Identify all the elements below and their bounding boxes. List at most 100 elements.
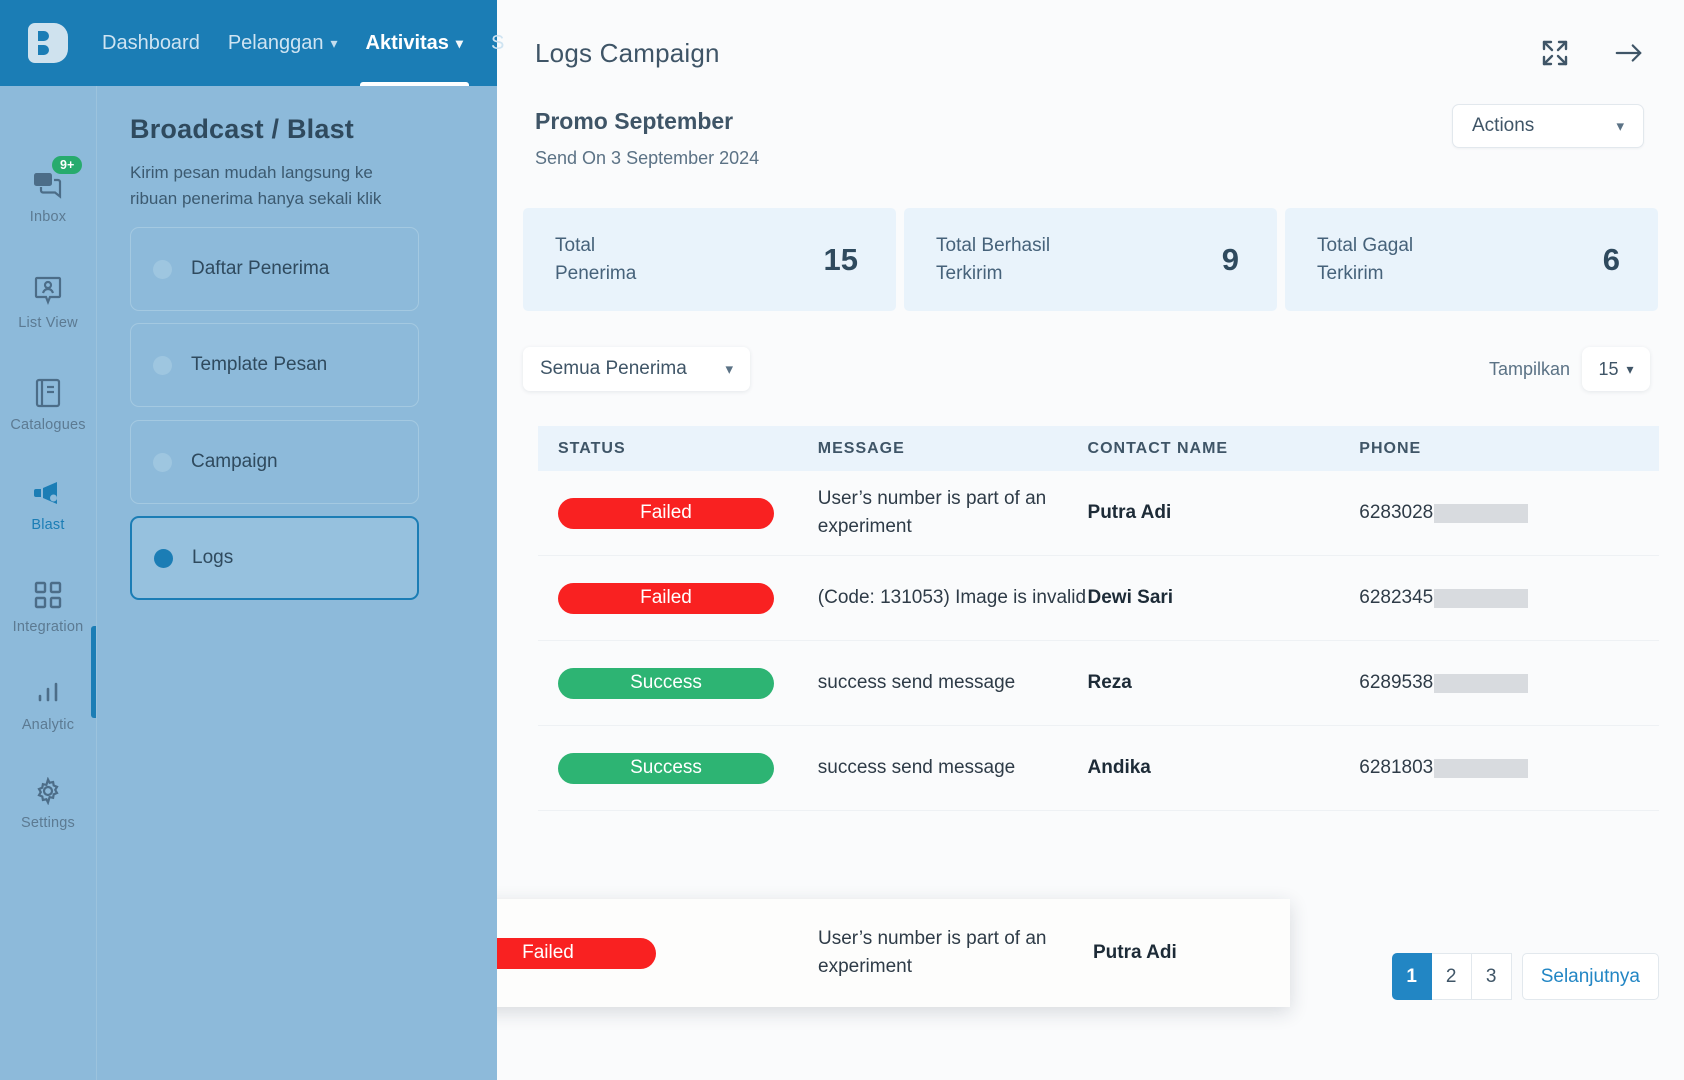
phone-redaction-bar [1434, 503, 1529, 523]
sidebar-item-analytic-label: Analytic [21, 717, 75, 733]
stat-label-line2: Terkirim [1317, 262, 1384, 284]
stat-label-line1: Total [555, 234, 596, 256]
stat-card-total-penerima-label: Total Penerima [555, 232, 636, 287]
sidebar-item-blast-label: Blast [31, 517, 65, 533]
sidebar-item-blast[interactable]: Blast [0, 476, 96, 533]
sidebar-item-inbox[interactable]: 9+ Inbox [0, 156, 96, 225]
status-badge: Failed [558, 582, 774, 614]
actions-dropdown-button[interactable]: Actions ▾ [1452, 104, 1644, 148]
sidebar-item-list-view-label: List View [18, 315, 78, 331]
sidebar-item-settings-label: Settings [21, 815, 75, 831]
table-row[interactable]: Failed (Code: 131053) Image is invalid D… [538, 556, 1659, 641]
sidebar-item-inbox-label: Inbox [29, 209, 67, 225]
column-header-contact-name: CONTACT NAME [1087, 439, 1229, 457]
sidebar-item-integration-label: Integration [12, 619, 84, 635]
table-row[interactable]: Success success send message Reza 628953… [538, 641, 1659, 726]
phone-redaction-bar [1434, 673, 1529, 693]
sidebar-item-catalogues[interactable]: Catalogues [0, 376, 96, 433]
stat-card-total-gagal-terkirim: Total Gagal Terkirim 6 [1285, 208, 1658, 311]
bullet-icon [153, 259, 172, 279]
page-button-3[interactable]: 3 [1471, 953, 1512, 1000]
chevron-down-icon: ▾ [455, 35, 463, 51]
chevron-down-icon: ▾ [1626, 360, 1634, 377]
chevron-down-icon: ▾ [725, 361, 733, 378]
campaign-name: Promo September [535, 108, 734, 134]
top-navigation-bar: Dashboard Pelanggan ▾ Aktivitas ▾ S [0, 0, 504, 86]
sidebar-item-settings[interactable]: Settings [0, 774, 96, 831]
panel-item-campaign[interactable]: Campaign [130, 420, 419, 504]
sidebar-item-integration[interactable]: Integration [0, 578, 96, 635]
stat-label-line1: Total Berhasil [936, 234, 1051, 256]
page-button-1[interactable]: 1 [1391, 953, 1432, 1000]
stat-card-total-berhasil-label: Total Berhasil Terkirim [936, 232, 1050, 287]
bar-chart-icon [0, 676, 96, 710]
nav-item-truncated[interactable]: S [477, 0, 518, 86]
arrow-right-icon[interactable] [1614, 38, 1644, 68]
stat-card-total-gagal-value: 6 [1602, 241, 1620, 277]
page-button-2[interactable]: 2 [1431, 953, 1472, 1000]
sidebar-item-list-view[interactable]: List View [0, 274, 96, 331]
header-icon-group [1540, 38, 1644, 68]
table-row[interactable]: Failed User’s number is part of an exper… [538, 471, 1659, 556]
panel-title: Broadcast / Blast [130, 114, 354, 144]
nav-item-aktivitas-label: Aktivitas [365, 31, 449, 54]
top-nav-links: Dashboard Pelanggan ▾ Aktivitas ▾ S [88, 0, 518, 86]
tooltip-status: Failed [497, 937, 818, 969]
sidebar-item-analytic[interactable]: Analytic [0, 676, 96, 733]
column-header-phone: PHONE [1359, 439, 1422, 457]
contact-card-icon [0, 274, 96, 308]
cell-status: Failed [538, 582, 818, 614]
gear-icon [0, 774, 96, 808]
rows-per-page-control: Tampilkan 15 ▾ [1489, 347, 1650, 391]
table-header-row: STATUS MESSAGE CONTACT NAME PHONE [538, 426, 1659, 471]
cell-phone: 6282345 [1359, 587, 1659, 609]
inbox-badge: 9+ [52, 156, 83, 175]
nav-item-pelanggan[interactable]: Pelanggan ▾ [214, 0, 352, 86]
cell-phone: 6283028 [1359, 502, 1659, 524]
cell-contact-name: Dewi Sari [1087, 587, 1174, 608]
row-hover-tooltip: Failed User’s number is part of an exper… [497, 899, 1290, 1007]
cell-message: success send message [817, 672, 1016, 694]
bullet-icon [154, 548, 173, 568]
status-badge: Success [558, 752, 774, 784]
recipient-filter-value: Semua Penerima [540, 358, 687, 379]
chevron-down-icon: ▾ [330, 35, 338, 51]
nav-item-pelanggan-label: Pelanggan [227, 31, 324, 54]
panel-item-logs[interactable]: Logs [130, 516, 419, 600]
cell-status: Success [538, 752, 818, 784]
recipient-filter-select[interactable]: Semua Penerima ▾ [523, 347, 750, 391]
cell-contact-name: Andika [1087, 757, 1151, 778]
status-badge: Success [558, 667, 774, 699]
pagination: 1 2 3 Selanjutnya [1391, 953, 1659, 1000]
main-content: Logs Campaign Promo September Send On 3 … [497, 0, 1684, 1080]
rows-per-page-select[interactable]: 15 ▾ [1582, 347, 1650, 391]
stat-card-total-penerima: Total Penerima 15 [523, 208, 896, 311]
panel-item-daftar-penerima[interactable]: Daftar Penerima [130, 227, 419, 311]
cell-message: (Code: 131053) Image is invalid [817, 587, 1087, 609]
nav-item-aktivitas[interactable]: Aktivitas ▾ [352, 0, 477, 86]
panel-item-daftar-penerima-label: Daftar Penerima [191, 258, 330, 279]
broadcast-panel: Broadcast / Blast Kirim pesan mudah lang… [96, 86, 497, 1080]
panel-item-template-pesan[interactable]: Template Pesan [130, 323, 419, 407]
expand-fullscreen-icon[interactable] [1540, 38, 1570, 68]
logs-table: STATUS MESSAGE CONTACT NAME PHONE Failed… [497, 426, 1659, 1007]
sidebar-item-catalogues-label: Catalogues [10, 417, 86, 433]
brand-b-logo-icon[interactable] [28, 23, 68, 63]
rows-per-page-label: Tampilkan [1488, 358, 1570, 379]
stat-card-total-penerima-value: 15 [823, 241, 858, 277]
cell-phone: 6289538 [1359, 672, 1659, 694]
phone-redaction-bar [1434, 588, 1529, 608]
nav-item-dashboard[interactable]: Dashboard [88, 0, 214, 86]
nav-item-dashboard-label: Dashboard [102, 31, 200, 54]
book-icon [0, 376, 96, 410]
actions-label: Actions [1472, 115, 1535, 136]
stat-card-total-gagal-label: Total Gagal Terkirim [1317, 232, 1413, 287]
tooltip-contact-name: Putra Adi [1093, 942, 1177, 963]
cell-contact-name: Putra Adi [1087, 502, 1172, 523]
panel-item-campaign-label: Campaign [191, 451, 278, 472]
table-row[interactable]: Success success send message Andika 6281… [538, 726, 1659, 811]
column-header-status: STATUS [558, 439, 626, 457]
next-page-button[interactable]: Selanjutnya [1521, 953, 1659, 1000]
tooltip-message: User’s number is part of an experiment [818, 928, 1047, 977]
megaphone-icon [0, 476, 96, 510]
